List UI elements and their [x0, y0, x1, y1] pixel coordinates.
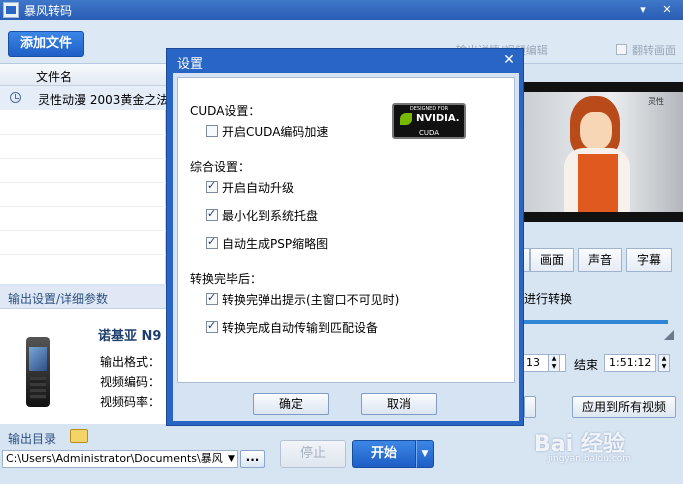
- close-window-button[interactable]: ✕: [660, 3, 674, 17]
- tab-subtitle[interactable]: 字幕: [626, 248, 672, 272]
- device-name: 诺基亚 N9: [98, 329, 162, 344]
- file-list: 文件名 灵性动漫 2003黄金之法: [0, 64, 166, 284]
- character-vest: [578, 154, 618, 212]
- divider: [0, 182, 166, 183]
- progress-bar[interactable]: [520, 320, 668, 324]
- nvidia-cuda-logo: DESIGNED FOR NVIDIA. CUDA: [392, 103, 466, 139]
- auto-transfer-label: 转换完成自动传输到匹配设备: [222, 321, 379, 335]
- clock-icon: [10, 92, 21, 103]
- badge-cuda-text: CUDA: [418, 129, 440, 137]
- divider: [0, 206, 166, 207]
- video-bitrate-label: 视频码率：: [100, 395, 161, 409]
- output-settings-label: 输出设置/详细参数: [8, 292, 109, 306]
- folder-icon[interactable]: [70, 429, 88, 443]
- popup-notice-checkbox[interactable]: [206, 291, 218, 305]
- popup-notice-label: 转换完弹出提示(主窗口不可见时): [222, 293, 400, 307]
- end-time-spinner[interactable]: ▲ ▼: [658, 354, 670, 372]
- output-settings-panel: 诺基亚 N9 输出格式： 视频编码： 视频码率：: [0, 308, 166, 424]
- divider: [0, 134, 166, 135]
- psp-thumbnail-label: 自动生成PSP缩略图: [222, 237, 329, 251]
- stop-button[interactable]: 停止: [280, 440, 346, 468]
- add-file-button[interactable]: 添加文件: [8, 31, 84, 57]
- watermark-url: jingyan.baidu.com: [548, 454, 632, 464]
- general-section-title: 综合设置：: [190, 160, 251, 174]
- preview-tag: 灵性: [648, 97, 664, 106]
- badge-top-text: DESIGNED FOR: [409, 106, 449, 112]
- cuda-section-title: CUDA设置：: [190, 104, 261, 118]
- flip-checkbox[interactable]: [616, 44, 627, 55]
- minimize-button[interactable]: ▾: [636, 3, 650, 17]
- video-preview: 灵性: [520, 82, 683, 222]
- chevron-down-icon[interactable]: ▼: [226, 451, 237, 467]
- file-list-header: 文件名: [0, 64, 166, 86]
- cuda-accel-label: 开启CUDA编码加速: [222, 125, 329, 139]
- slider-handle-icon[interactable]: [664, 330, 674, 340]
- dialog-title: 设置: [177, 57, 204, 72]
- preview-tabs: 画面 声音 字幕: [520, 248, 683, 274]
- output-format-label: 输出格式：: [100, 355, 161, 369]
- ok-button[interactable]: 确定: [253, 393, 329, 415]
- minimize-tray-label: 最小化到系统托盘: [222, 209, 319, 223]
- window-title: 暴风转码: [24, 4, 73, 18]
- psp-thumbnail-checkbox[interactable]: [206, 235, 218, 249]
- output-dir-input[interactable]: C:\Users\Administrator\Documents\暴风: [2, 450, 238, 468]
- divider: [0, 158, 166, 159]
- character-face: [580, 112, 612, 150]
- file-name: 灵性动漫 2003黄金之法: [38, 93, 166, 107]
- convert-label: 进行转换: [524, 292, 573, 306]
- phone-image: [26, 337, 50, 407]
- file-row[interactable]: 灵性动漫 2003黄金之法: [0, 86, 166, 110]
- title-bar: 暴风转码 ▾ ✕: [0, 0, 683, 20]
- nvidia-eye-icon: [400, 113, 412, 125]
- tab-picture[interactable]: 画面: [530, 248, 574, 272]
- auto-upgrade-label: 开启自动升级: [222, 181, 295, 195]
- settings-panel: CUDA设置： DESIGNED FOR NVIDIA. CUDA 开启CUDA…: [177, 77, 515, 383]
- minimize-tray-checkbox[interactable]: [206, 207, 218, 221]
- divider: [0, 230, 166, 231]
- end-time-input[interactable]: 1:51:12: [604, 354, 656, 372]
- output-dir-label: 输出目录: [8, 432, 57, 446]
- cancel-button[interactable]: 取消: [361, 393, 437, 415]
- filename-column[interactable]: 文件名: [36, 68, 72, 85]
- start-time-spinner[interactable]: ▲ ▼: [548, 354, 560, 372]
- end-label: 结束: [574, 358, 599, 372]
- start-button[interactable]: 开始: [352, 440, 416, 468]
- dialog-close-button[interactable]: ✕: [501, 52, 517, 68]
- divider: [0, 254, 166, 255]
- video-codec-label: 视频编码：: [100, 375, 161, 389]
- browse-button[interactable]: ...: [240, 450, 265, 468]
- cuda-accel-checkbox[interactable]: [206, 125, 218, 137]
- settings-dialog: 设置 ✕ CUDA设置： DESIGNED FOR NVIDIA. CUDA 开…: [166, 48, 524, 426]
- auto-upgrade-checkbox[interactable]: [206, 179, 218, 193]
- auto-transfer-checkbox[interactable]: [206, 319, 218, 333]
- flip-label: 翻转画面: [632, 44, 676, 57]
- tab-audio[interactable]: 声音: [578, 248, 622, 272]
- app-icon: [3, 2, 19, 18]
- after-section-title: 转换完毕后：: [190, 272, 263, 286]
- start-dropdown-button[interactable]: ▼: [416, 440, 434, 468]
- preview-side-button[interactable]: [524, 396, 536, 418]
- badge-brand-text: NVIDIA.: [416, 113, 460, 124]
- output-settings-header[interactable]: 输出设置/详细参数: [0, 286, 166, 308]
- dialog-body: CUDA设置： DESIGNED FOR NVIDIA. CUDA 开启CUDA…: [173, 73, 519, 421]
- apply-all-button[interactable]: 应用到所有视频: [572, 396, 676, 418]
